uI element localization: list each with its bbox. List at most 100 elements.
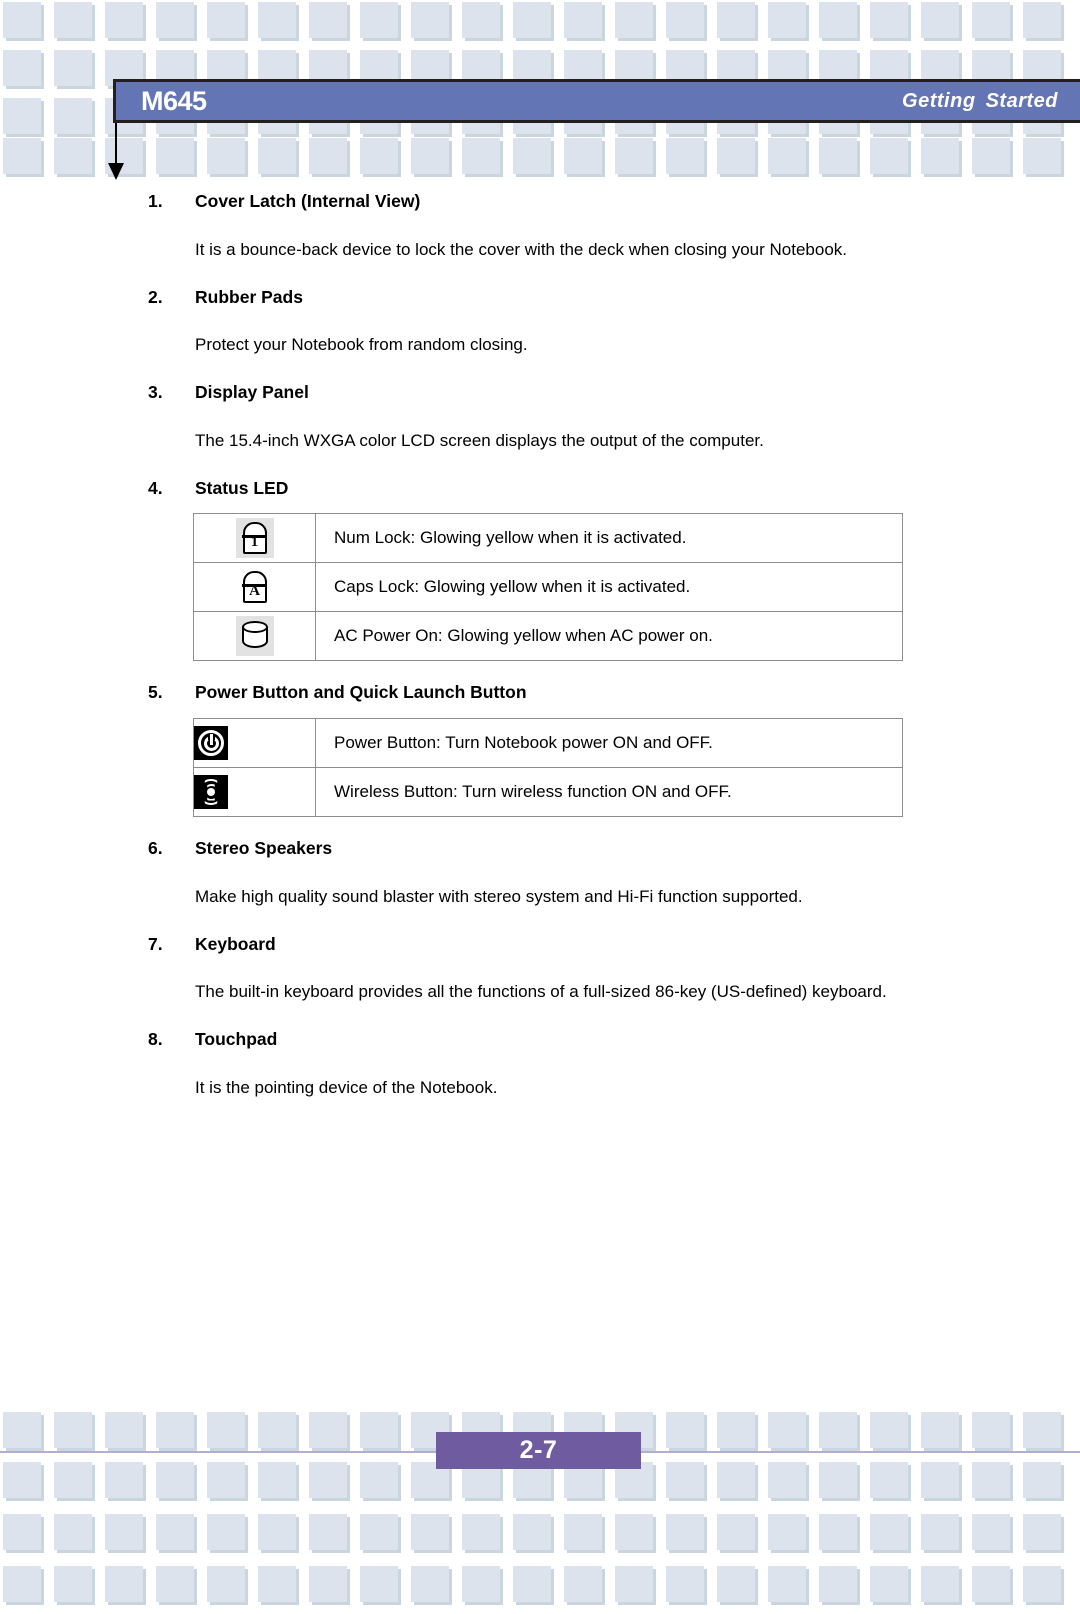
pattern-square [204,136,255,180]
pattern-square [51,1410,102,1454]
status-led-description: AC Power On: Glowing yellow when AC powe… [315,611,903,662]
pattern-square [255,1512,306,1556]
list-item: 6. Stereo Speakers Make high quality sou… [0,837,1080,921]
pattern-square [663,0,714,44]
pattern-square [867,0,918,44]
list-item: 2. Rubber Pads Protect your Notebook fro… [0,286,1080,370]
pattern-square [765,1564,816,1608]
caps-lock-glyph: A [249,583,260,600]
item-title: Display Panel [195,382,309,402]
pattern-square [204,1410,255,1454]
pattern-square [816,1460,867,1504]
pattern-square [306,1564,357,1608]
pattern-square [816,0,867,44]
item-number: 2. [148,286,163,307]
pattern-square [51,1512,102,1556]
list-item: 4. Status LED 1 Num Lock: Glowing yellow… [0,477,1080,662]
pattern-square [510,1512,561,1556]
item-heading: 6. Stereo Speakers [0,837,1080,860]
icon-cell [193,767,316,817]
item-title: Keyboard [195,933,276,954]
item-description: Protect your Notebook from random closin… [195,335,528,355]
decorative-pattern-row [0,136,1080,180]
pattern-square [867,1460,918,1504]
pattern-square [153,0,204,44]
pattern-square [357,1564,408,1608]
pattern-square [51,48,102,92]
pattern-square [408,1512,459,1556]
item-description: The built-in keyboard provides all the f… [195,982,887,1002]
pattern-square [153,1512,204,1556]
pattern-square [204,1460,255,1504]
pattern-square [204,1512,255,1556]
item-description: It is a bounce-back device to lock the c… [195,239,848,259]
table-row: Power Button: Turn Notebook power ON and… [193,718,903,768]
pattern-square [969,1564,1020,1608]
wireless-button-icon [194,775,228,809]
item-heading: 4. Status LED [0,477,1080,500]
table-row: 1 Num Lock: Glowing yellow when it is ac… [193,513,903,564]
pattern-square [0,1512,51,1556]
pattern-square [714,1512,765,1556]
pattern-square [561,136,612,180]
pattern-square [714,1564,765,1608]
pattern-square [867,1564,918,1608]
pattern-square [0,96,51,140]
item-number: 4. [148,477,163,498]
pattern-square [612,1512,663,1556]
pattern-square [306,0,357,44]
item-number: 8. [148,1029,163,1049]
pattern-square [969,1512,1020,1556]
pattern-square [1020,0,1071,44]
pattern-square [918,1460,969,1504]
pattern-square [714,1460,765,1504]
pattern-square [102,1512,153,1556]
table-row: AC Power On: Glowing yellow when AC powe… [193,611,903,662]
status-led-description: Caps Lock: Glowing yellow when it is act… [315,562,903,613]
pattern-square [51,1460,102,1504]
list-item: 3. Display Panel The 15.4-inch WXGA colo… [0,381,1080,465]
pattern-square [408,1564,459,1608]
pattern-square [867,136,918,180]
icon-cell [193,611,316,662]
power-button-icon [194,726,228,760]
icon-cell [193,718,316,768]
pattern-square [306,1460,357,1504]
pattern-square [306,1512,357,1556]
pattern-square [408,0,459,44]
item-title: Stereo Speakers [195,838,333,858]
pattern-square [663,1410,714,1454]
num-lock-icon: 1 [235,518,274,559]
pattern-square [357,1460,408,1504]
pattern-square [0,136,51,180]
pattern-square [102,0,153,44]
item-heading: 8. Touchpad [0,1028,1080,1051]
item-title: Status LED [195,477,289,498]
pattern-square [663,1512,714,1556]
pattern-square [663,136,714,180]
pattern-square [867,1410,918,1454]
item-number: 1. [148,191,163,211]
pattern-square [663,1460,714,1504]
pattern-square [102,1564,153,1608]
pattern-square [918,1564,969,1608]
pattern-square [765,1460,816,1504]
pattern-square [153,1460,204,1504]
pattern-square [357,1410,408,1454]
pattern-square [51,0,102,44]
pattern-square [918,0,969,44]
model-name: M645 [141,85,207,116]
pattern-square [459,1512,510,1556]
pattern-square [714,1410,765,1454]
pattern-square [306,136,357,180]
icon-cell: 1 [193,513,316,564]
pattern-square [816,1564,867,1608]
power-button-description: Wireless Button: Turn wireless function … [315,767,903,817]
section-title: Getting Started [902,89,1058,112]
pattern-square [816,1410,867,1454]
pattern-square [969,0,1020,44]
pattern-square [918,136,969,180]
page-number-badge: 2-7 [436,1432,641,1469]
pattern-square [816,136,867,180]
item-title: Rubber Pads [195,286,303,307]
